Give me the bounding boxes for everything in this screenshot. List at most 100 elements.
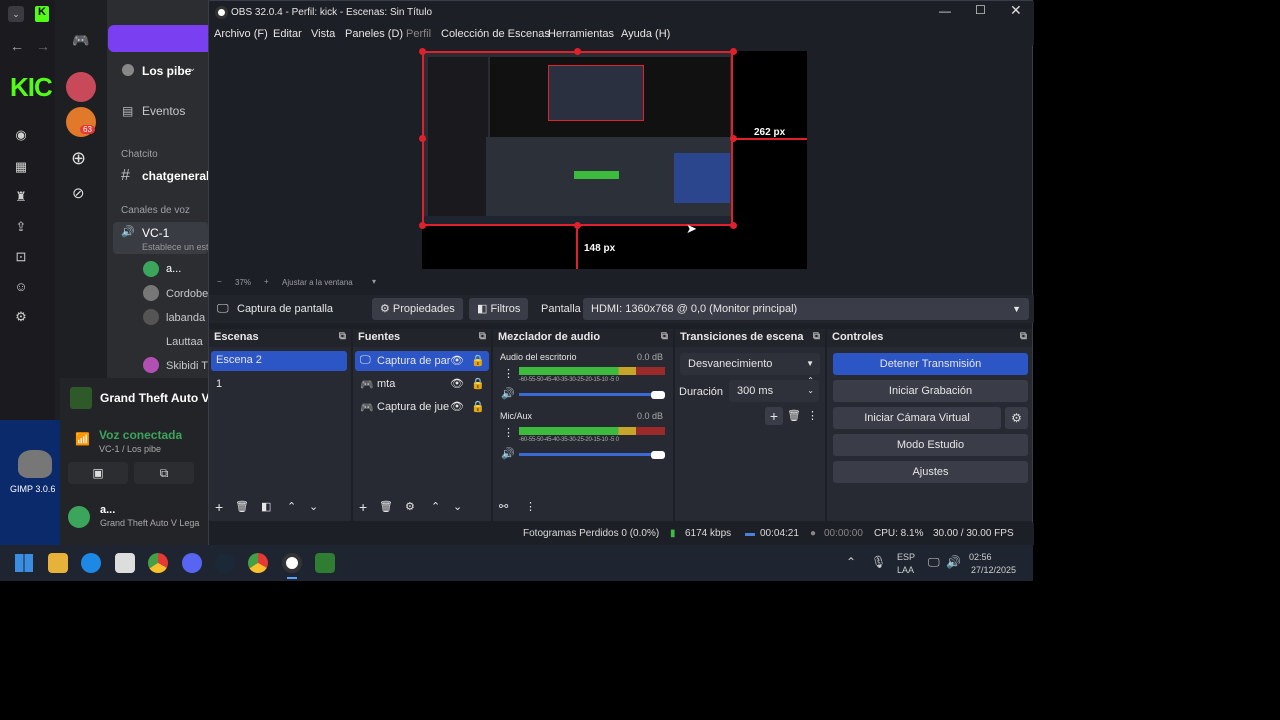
studio-mode-button[interactable]: Modo Estudio	[833, 434, 1028, 456]
edge-icon[interactable]	[81, 553, 101, 573]
volume-slider-knob[interactable]	[651, 451, 665, 459]
activity-name[interactable]: Grand Theft Auto V L	[100, 391, 208, 405]
volume-icon[interactable]: 🔊	[946, 555, 961, 569]
lock-icon[interactable]: 🔒	[471, 377, 485, 390]
settings-button[interactable]: Ajustes	[833, 461, 1028, 483]
add-icon[interactable]: +	[359, 499, 367, 515]
fit-window-label[interactable]: Ajustar a la ventana	[282, 278, 353, 287]
lock-icon[interactable]: 🔒	[471, 354, 485, 367]
down-arrow-icon[interactable]: ⌄	[309, 500, 318, 513]
filters-button[interactable]: ◧ Filtros	[469, 298, 529, 320]
display-select[interactable]: HDMI: 1360x768 @ 0,0 (Monitor principal)…	[583, 298, 1029, 320]
close-icon[interactable]: ✕	[1010, 2, 1022, 19]
language-layout[interactable]: LAA	[897, 565, 914, 575]
upload-icon[interactable]: ⇪	[10, 218, 32, 236]
speaker-icon[interactable]: 🔊	[501, 387, 515, 400]
text-channel[interactable]: chatgeneral	[142, 169, 208, 183]
obs-taskbar-icon[interactable]	[282, 553, 302, 573]
link-icon[interactable]: ⚯	[499, 500, 508, 513]
gta-icon[interactable]	[315, 553, 335, 573]
broadcast-icon[interactable]: ◉	[10, 126, 32, 144]
voice-channel[interactable]: VC-1	[142, 226, 169, 240]
up-arrow-icon[interactable]: ⌃	[431, 500, 440, 513]
network-icon[interactable]: 🖵	[928, 555, 940, 570]
eye-icon[interactable]: 👁	[450, 377, 464, 390]
back-arrow-icon[interactable]: ←	[10, 38, 24, 54]
zoom-out-icon[interactable]: −	[217, 277, 222, 286]
voice-category[interactable]: Canales de voz	[121, 205, 190, 216]
undock-icon[interactable]: ⧉	[813, 331, 820, 342]
kebab-icon[interactable]: ⋮	[503, 367, 514, 380]
member-name[interactable]: Lauttaa	[166, 336, 208, 348]
source-item-label[interactable]: mta	[377, 378, 395, 390]
scene-item[interactable]: 1	[216, 378, 222, 390]
undock-icon[interactable]: ⧉	[479, 331, 486, 342]
add-server-icon[interactable]: ⊕	[71, 148, 86, 169]
resize-handle[interactable]	[574, 48, 581, 55]
kick-tab-icon[interactable]: K	[35, 6, 49, 22]
discord-taskbar-icon[interactable]	[182, 553, 202, 573]
filter-icon[interactable]: ◧	[261, 500, 271, 513]
resize-handle[interactable]	[419, 135, 426, 142]
clock-time[interactable]: 02:56	[969, 552, 992, 562]
users-icon[interactable]: ☺	[10, 278, 32, 296]
chrome-icon[interactable]	[148, 553, 168, 573]
menu-view[interactable]: Vista	[311, 28, 335, 40]
gimp-icon[interactable]	[18, 450, 52, 478]
lock-icon[interactable]: 🔒	[471, 400, 485, 413]
start-virtual-camera-button[interactable]: Iniciar Cámara Virtual	[833, 407, 1001, 429]
kebab-icon[interactable]: ⋮	[807, 409, 818, 422]
zoom-dropdown-icon[interactable]: ▾	[372, 277, 376, 286]
menu-edit[interactable]: Editar	[273, 28, 302, 40]
transition-select[interactable]: Desvanecimiento ▼	[680, 353, 820, 375]
preview-canvas[interactable]: 262 px 148 px ➤	[419, 48, 807, 269]
source-item-label[interactable]: Captura de jue	[377, 401, 449, 413]
gimp-label[interactable]: GIMP 3.0.6	[10, 484, 55, 494]
voice-connected[interactable]: Voz conectada	[99, 428, 182, 442]
events-link[interactable]: Eventos	[142, 104, 185, 118]
discover-icon[interactable]: ⊘	[72, 184, 85, 202]
server-icon-1[interactable]	[66, 72, 96, 102]
kebab-icon[interactable]: ⋮	[503, 426, 514, 439]
maximize-icon[interactable]: ☐	[975, 3, 986, 17]
menu-file[interactable]: Archivo (F)	[214, 28, 268, 40]
add-icon[interactable]: +	[765, 407, 783, 425]
menu-docks[interactable]: Paneles (D)	[345, 28, 403, 40]
menu-profile[interactable]: Perfil	[406, 28, 431, 40]
discord-icon[interactable]: 🎮	[70, 32, 92, 52]
speaker-icon[interactable]: 🔊	[501, 447, 515, 460]
member-name[interactable]: labanda	[166, 312, 208, 324]
volume-slider-knob[interactable]	[651, 391, 665, 399]
member-name[interactable]: Cordobe	[166, 288, 208, 300]
chrome-icon[interactable]	[248, 553, 268, 573]
start-recording-button[interactable]: Iniciar Grabación	[833, 380, 1028, 402]
minimize-icon[interactable]: —	[939, 4, 951, 18]
undock-icon[interactable]: ⧉	[339, 331, 346, 342]
language-indicator[interactable]: ESP	[897, 552, 915, 562]
screen-capture-source[interactable]	[422, 51, 733, 226]
text-category[interactable]: Chatcito	[121, 149, 158, 160]
eye-icon[interactable]: 👁	[450, 354, 464, 367]
trash-icon[interactable]: 🗑	[235, 500, 249, 513]
trash-icon[interactable]: 🗑	[787, 409, 801, 422]
resize-handle[interactable]	[419, 48, 426, 55]
down-arrow-icon[interactable]: ⌄	[453, 500, 462, 513]
gear-icon[interactable]: ⚙	[405, 500, 415, 513]
trophy-icon[interactable]: ♜	[10, 188, 32, 206]
steam-icon[interactable]	[215, 553, 235, 573]
menu-scene-collection[interactable]: Colección de Escenas	[441, 28, 550, 40]
focus-icon[interactable]: ⊡	[10, 248, 32, 266]
resize-handle[interactable]	[730, 222, 737, 229]
gear-icon[interactable]: ⚙	[1005, 407, 1028, 429]
eye-icon[interactable]: 👁	[450, 400, 464, 413]
member-name[interactable]: Skibidi T	[166, 360, 208, 372]
undock-icon[interactable]: ⧉	[1020, 331, 1027, 342]
chart-icon[interactable]: ▦	[10, 158, 32, 176]
windows-start-icon[interactable]	[15, 554, 33, 572]
menu-help[interactable]: Ayuda (H)	[621, 28, 670, 40]
add-icon[interactable]: +	[215, 499, 223, 515]
resize-handle[interactable]	[419, 222, 426, 229]
scene-item[interactable]: Escena 2	[211, 351, 347, 371]
menu-tools[interactable]: Herramientas	[548, 28, 614, 40]
chevron-up-icon[interactable]: ⌃	[846, 555, 856, 569]
